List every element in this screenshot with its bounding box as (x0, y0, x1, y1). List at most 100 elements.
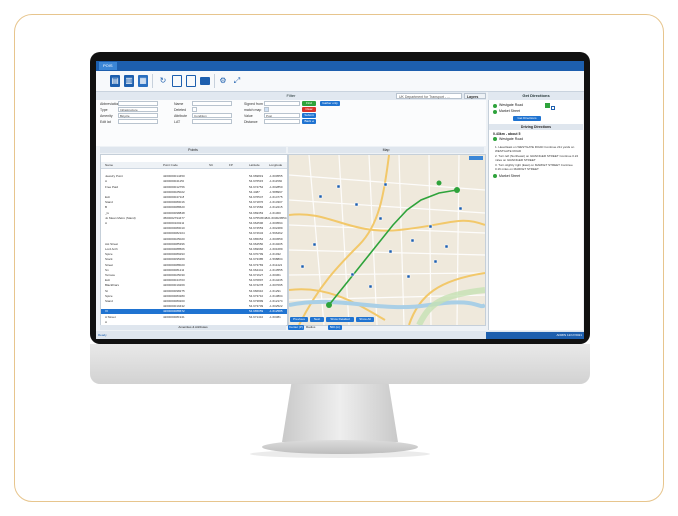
table-row[interactable]: Jewelry Point 4200000014450 54.969819 -1.60… (101, 174, 287, 179)
lat-input[interactable] (192, 119, 232, 124)
table-row[interactable]: A Street 4200000081941 54.971410 -1.60381 (101, 315, 287, 320)
table-row[interactable]: Exit 4200000044703 54.970897 -1.614235 (101, 278, 287, 283)
folder-icon[interactable] (200, 77, 210, 85)
submit-button[interactable]: Submit (302, 113, 316, 118)
table-row[interactable]: 4200000025020 54.965054 -1.604559 (101, 237, 287, 242)
report-icon[interactable] (172, 75, 182, 87)
new-document-icon[interactable]: ▤ (110, 75, 120, 87)
table-row[interactable]: 4200000082104 54.974634 -1.596462 (101, 231, 287, 236)
table-row[interactable]: 4200000080010 54.974553 -1.602489 (101, 226, 287, 231)
table-row[interactable]: A 4200000041150 54.976515 -1.611560 (101, 179, 287, 184)
gather-only-button[interactable]: Gather only (320, 101, 340, 106)
column-header[interactable]: Latitude (249, 162, 260, 168)
copy-document-icon[interactable]: ▥ (124, 75, 134, 87)
directions-to[interactable]: Market Street (499, 109, 520, 113)
column-header[interactable]: Name (105, 162, 113, 168)
table-cell: -1.602489 (269, 226, 283, 231)
table-cell: -1.588997 (269, 189, 283, 194)
directions-from[interactable]: Westgate Road (499, 103, 523, 107)
table-row[interactable]: Stand 4200000080200 54.973899 -1.612174 (101, 299, 287, 304)
back-button[interactable]: Back ◂ (302, 119, 316, 124)
get-directions-button[interactable]: Get Directions (513, 116, 541, 121)
map-view[interactable] (288, 154, 486, 326)
menu-tab-pois[interactable]: POIS (99, 62, 117, 70)
signed-from-input[interactable] (264, 101, 300, 106)
show-all-button[interactable]: Show All (356, 317, 374, 322)
table-row[interactable]: Stock 4200000095269 54.973385 -1.598804 (101, 257, 287, 262)
layers-query-button[interactable]: Layers query (464, 93, 486, 105)
table-cell: -1.613555 (269, 267, 283, 272)
table-row[interactable] (101, 169, 287, 174)
table-row[interactable]: Ast Street 4200000085396 54.964550 -1.61020… (101, 242, 287, 247)
settings-icon[interactable]: ⚙ (218, 75, 228, 87)
map-type-toggle[interactable] (469, 156, 483, 160)
data-source-dropdown[interactable]: UK Department for Transport - ... (396, 93, 462, 99)
direction-step: 3. Turn slightly right (East) on MARKET … (495, 163, 573, 171)
monitor-stand-foot (262, 440, 418, 454)
amenity-select[interactable]: Bicycle (118, 113, 158, 118)
match-map-checkbox[interactable] (264, 107, 269, 112)
table-cell: 54.973709 (249, 304, 264, 309)
table-cell: Free Paid (105, 184, 119, 189)
column-header[interactable]: FP (229, 162, 233, 168)
table-row[interactable]: 4200000025022 54.4487 -1.588997 (101, 190, 287, 195)
table-row[interactable]: Spice 4200000083280 54.973710 -1.613804 (101, 294, 287, 299)
match-map-label: match map (244, 108, 262, 112)
column-header[interactable]: SC (209, 162, 213, 168)
table-row[interactable]: St 4200000098275 54.966910 -1.61291 (101, 289, 287, 294)
delete-icon[interactable]: ▦ (138, 75, 148, 87)
table-row[interactable]: 4200000019432 54.973709 -1.602522 (101, 304, 287, 309)
column-header[interactable]: Point Code (163, 162, 178, 168)
edit-lat-input[interactable] (118, 119, 158, 124)
distance-input[interactable] (264, 119, 300, 124)
type-select[interactable]: Infrastructure (118, 107, 158, 112)
amenities-attributes-panel[interactable]: Amenities & Attributes (100, 325, 286, 330)
abbreviation-input[interactable] (118, 101, 158, 106)
name-input[interactable] (192, 101, 232, 106)
clear-button[interactable]: Clear (302, 107, 316, 112)
table-row[interactable]: Lord Arch 4200000088506 54.969966 -1.601689 (101, 247, 287, 252)
table-cell: Lord Arch (105, 247, 118, 251)
find-button[interactable]: Find (302, 101, 316, 106)
locate-icon[interactable] (551, 106, 555, 110)
table-row[interactable]: A (101, 320, 287, 325)
monitor-stand-neck (282, 384, 398, 442)
deleted-checkbox[interactable] (192, 107, 197, 112)
map-canvas[interactable] (289, 155, 485, 325)
table-row[interactable]: Spice 4200000089293 54.970799 -1.61032 (101, 252, 287, 257)
table-row[interactable]: Free Paid 4200000012756 54.974754 -1.602850 (101, 185, 287, 190)
table-cell: 54.969966 (249, 247, 264, 251)
radius-go-button[interactable]: 500 (m) (328, 325, 342, 330)
center-button[interactable]: Center (P) (288, 325, 304, 330)
fullscreen-icon[interactable]: ⤢ (232, 75, 242, 87)
table-row[interactable]: B 4200000088620 54.971584 -1.612215 (101, 205, 287, 210)
table-row[interactable]: Stand 4200000080016 54.971876 -1.613307 (101, 200, 287, 205)
table-row[interactable]: _ls 4200000098848 54.969353 -1.61300 (101, 211, 287, 216)
table-cell: A (105, 179, 108, 184)
start-marker-icon (493, 104, 497, 108)
refresh-icon[interactable]: ↻ (158, 75, 168, 87)
table-cell: 54.975545/482 (249, 215, 270, 220)
column-header[interactable]: Longitude (269, 162, 282, 168)
table-row[interactable]: Sn 4200000081211 54.964441 -1.613555 (101, 268, 287, 273)
table-row[interactable]: Jo Mean Metro (Stand) 4500002794477 54.975… (101, 216, 287, 221)
table-row[interactable]: Street 4200000088020 54.973783 -1.611421 (101, 263, 287, 268)
next-button[interactable]: Next (310, 317, 324, 322)
table-row[interactable]: Exit 4200000047118 54.976547 -1.614775 (101, 195, 287, 200)
table-cell: 4200000025022 (163, 189, 185, 194)
filter-form: Abbreviation Type Infrastructure Amenity… (96, 100, 486, 146)
show-detailed-button[interactable]: Show Detailed (326, 317, 354, 322)
table-row[interactable]: A 4200000100211 54.964596 -1.600594 (101, 221, 287, 226)
value-select[interactable]: Post (264, 113, 300, 118)
edit-document-icon[interactable] (186, 75, 196, 87)
previous-button[interactable]: Previous (290, 317, 308, 322)
attribute-select[interactable]: Condition (192, 113, 232, 118)
table-cell: 4200000098848 (163, 210, 185, 215)
filter-title: Filter (286, 93, 296, 98)
table-row[interactable]: Blackfriars 4200000019269 54.974278 -1.6070… (101, 283, 287, 288)
table-row[interactable]: Terrace 4200000025030 54.971627 -1.60361 (101, 273, 287, 278)
table-cell: 54.965059 (249, 309, 264, 314)
table-row[interactable]: VI 4200000088672 54.965059 -1.612585 (101, 309, 287, 314)
table-cell: -1.596462 (269, 231, 283, 236)
swap-icon[interactable] (545, 103, 550, 108)
